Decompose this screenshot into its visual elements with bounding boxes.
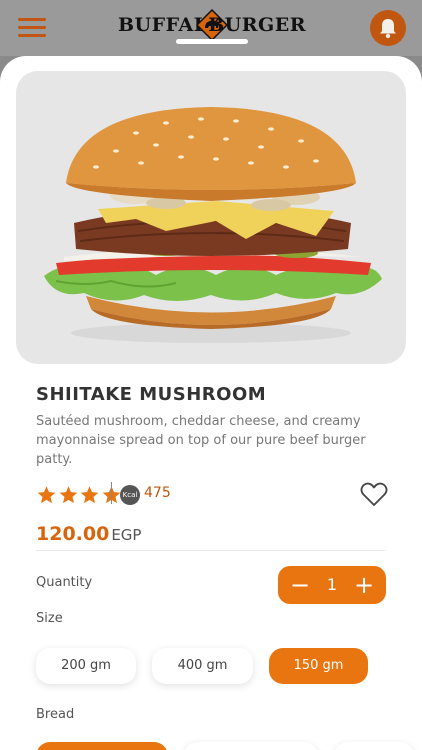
size-option-200[interactable]: 200 gm <box>36 648 136 684</box>
price-currency: EGP <box>111 526 142 544</box>
price-value: 120.00 <box>36 523 110 545</box>
product-sheet: SHIITAKE MUSHROOM Sautéed mushroom, ched… <box>0 56 422 750</box>
brand-right: BURGER <box>208 14 306 36</box>
bread-option-2[interactable] <box>184 742 318 750</box>
rating-divider <box>111 482 112 504</box>
top-bar: BUFFALO BURGER <box>0 0 422 56</box>
product-image <box>16 71 406 364</box>
bread-label: Bread <box>36 707 75 722</box>
star-filled-icon <box>37 486 56 504</box>
brand-logo: BUFFALO BURGER <box>118 8 306 42</box>
product-description: Sautéed mushroom, cheddar cheese, and cr… <box>36 414 366 467</box>
kcal-value: 475 <box>144 485 171 501</box>
home-indicator <box>176 39 248 44</box>
size-label: Size <box>36 611 63 626</box>
favorite-button[interactable] <box>360 481 388 507</box>
quantity-stepper: − 1 + <box>278 566 386 604</box>
star-filled-icon <box>59 486 77 504</box>
kcal-icon: Kcal <box>120 485 140 505</box>
price-divider <box>36 550 386 551</box>
notifications-button[interactable] <box>370 10 406 46</box>
heart-icon <box>360 482 388 506</box>
size-option-150[interactable]: 150 gm <box>269 648 368 684</box>
hamburger-menu-icon[interactable] <box>18 16 48 38</box>
quantity-plus-button[interactable]: + <box>346 566 382 604</box>
bread-option-1[interactable] <box>36 742 168 750</box>
price: 120.00 EGP <box>36 523 141 545</box>
size-option-400[interactable]: 400 gm <box>152 648 253 684</box>
star-filled-icon <box>80 486 99 504</box>
quantity-value: 1 <box>326 575 338 594</box>
product-title: SHIITAKE MUSHROOM <box>36 384 267 405</box>
bell-icon <box>380 19 396 39</box>
quantity-label: Quantity <box>36 575 93 590</box>
bread-option-3[interactable] <box>334 742 414 750</box>
quantity-minus-button[interactable]: − <box>282 566 318 604</box>
